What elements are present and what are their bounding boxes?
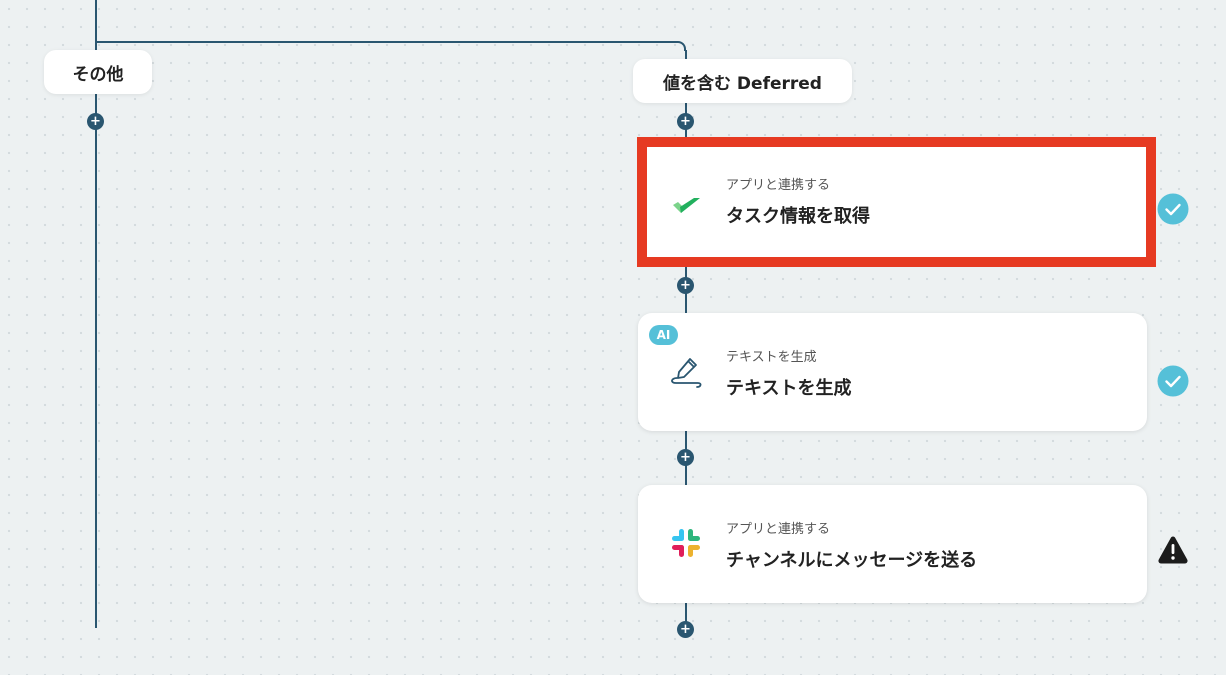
check-circle-icon bbox=[1157, 365, 1189, 397]
step-subtitle: アプリと連携する bbox=[726, 522, 831, 537]
step-card-generate-text[interactable]: AI テキストを生成 テキストを生成 bbox=[638, 313, 1147, 431]
step-card-send-message[interactable]: アプリと連携する チャンネルにメッセージを送る bbox=[638, 485, 1147, 603]
branch-label-other-text: その他 bbox=[72, 64, 124, 85]
branch-label-other[interactable]: その他 bbox=[44, 50, 152, 94]
add-step-button-2[interactable]: + bbox=[677, 277, 694, 294]
branch-label-contains[interactable]: 値を含む Deferred bbox=[633, 59, 852, 103]
slack-icon bbox=[668, 525, 704, 561]
warning-icon bbox=[1157, 534, 1189, 566]
step-card-get-task[interactable]: アプリと連携する タスク情報を取得 bbox=[637, 137, 1156, 267]
add-step-button-other[interactable]: + bbox=[87, 113, 104, 130]
add-step-button-1[interactable]: + bbox=[677, 113, 694, 130]
branch-label-contains-text: 値を含む Deferred bbox=[663, 73, 822, 94]
step-title: テキストを生成 bbox=[726, 378, 852, 399]
step-subtitle: テキストを生成 bbox=[726, 350, 817, 365]
add-step-button-3[interactable]: + bbox=[677, 449, 694, 466]
pen-signature-icon bbox=[668, 353, 704, 389]
ai-badge: AI bbox=[649, 325, 678, 345]
step-subtitle: アプリと連携する bbox=[726, 178, 831, 193]
add-step-button-4[interactable]: + bbox=[677, 621, 694, 638]
step-title: タスク情報を取得 bbox=[726, 206, 870, 227]
green-check-app-icon bbox=[669, 189, 705, 225]
check-circle-icon bbox=[1157, 193, 1189, 225]
step-title: チャンネルにメッセージを送る bbox=[726, 550, 978, 571]
connector-line-horizontal bbox=[95, 41, 678, 43]
connector-line-left bbox=[95, 0, 97, 628]
